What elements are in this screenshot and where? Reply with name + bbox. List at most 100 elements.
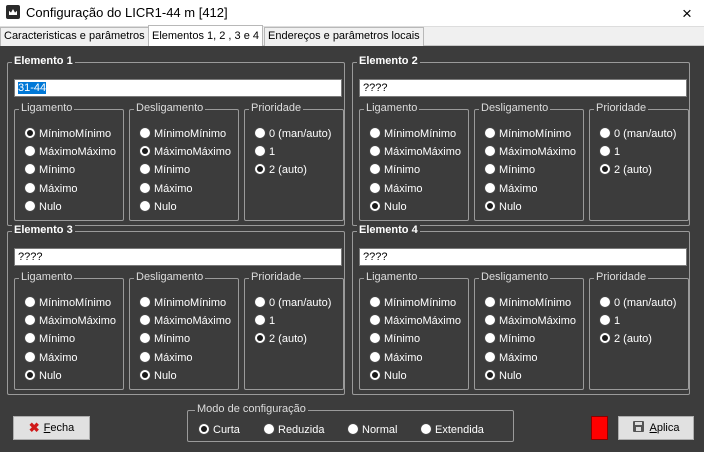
mode-option-curta[interactable]: Curta [198,423,240,437]
ligamento-option[interactable]: MínimoMínimo [24,127,111,141]
prioridade-option[interactable]: 1 [599,314,620,328]
radio-icon [420,423,432,435]
desligamento-option[interactable]: Nulo [484,200,522,214]
tab-caracteristicas[interactable]: Caracteristicas e parâmetros [0,27,149,46]
ligamento-option[interactable]: Mínimo [24,332,75,346]
close-button[interactable]: ✖ Fecha [13,416,90,440]
prioridade-option[interactable]: 0 (man/auto) [599,296,676,310]
ligamento-option[interactable]: MáximoMáximo [369,314,461,328]
status-indicator [591,416,608,440]
prioridade-option[interactable]: 1 [254,314,275,328]
prioridade-option[interactable]: 2 (auto) [599,163,652,177]
radio-icon [263,423,275,435]
prioridade-group: Prioridade 0 (man/auto) 1 2 (auto) [244,271,344,390]
prioridade-option[interactable]: 1 [254,145,275,159]
radio-icon [24,369,36,381]
radio-icon [484,200,496,212]
radio-icon [24,145,36,157]
ligamento-option[interactable]: Nulo [24,200,62,214]
radio-icon [599,127,611,139]
ligamento-option[interactable]: MáximoMáximo [24,314,116,328]
desligamento-option[interactable]: Máximo [484,351,538,365]
desligamento-option[interactable]: MínimoMínimo [484,296,571,310]
radio-icon [599,332,611,344]
desligamento-group: Desligamento MínimoMínimo MáximoMáximo Míni… [474,102,584,221]
desligamento-option[interactable]: Mínimo [484,163,535,177]
ligamento-option[interactable]: Máximo [24,182,78,196]
window-title: Configuração do LICR1-44 m [412] [26,5,228,20]
desligamento-option[interactable]: MínimoMínimo [139,127,226,141]
desligamento-option[interactable]: Mínimo [139,163,190,177]
radio-icon [139,332,151,344]
element-title: Elemento 1 [12,55,75,67]
mode-group-title: Modo de configuração [195,403,308,415]
radio-icon [24,314,36,326]
ligamento-option[interactable]: Máximo [369,182,423,196]
radio-icon [254,314,266,326]
prioridade-option[interactable]: 0 (man/auto) [254,127,331,141]
ligamento-group: Ligamento MínimoMínimo MáximoMáximo Mínimo M… [359,271,469,390]
desligamento-option[interactable]: Nulo [139,200,177,214]
radio-icon [484,145,496,157]
tab-elementos[interactable]: Elementos 1, 2 , 3 e 4 [148,25,264,46]
ligamento-option[interactable]: MínimoMínimo [369,296,456,310]
radio-icon [484,163,496,175]
desligamento-option[interactable]: MáximoMáximo [484,145,576,159]
mode-option-reduzida[interactable]: Reduzida [263,423,324,437]
radio-icon [599,314,611,326]
ligamento-option[interactable]: Nulo [369,369,407,383]
prioridade-option[interactable]: 0 (man/auto) [599,127,676,141]
ligamento-group-title: Ligamento [364,271,420,283]
prioridade-option[interactable]: 2 (auto) [599,332,652,346]
radio-icon [24,296,36,308]
ligamento-group: Ligamento MínimoMínimo MáximoMáximo Mínimo M… [14,102,124,221]
ligamento-option[interactable]: Mínimo [369,163,420,177]
desligamento-option[interactable]: Mínimo [139,332,190,346]
desligamento-option[interactable]: Máximo [484,182,538,196]
desligamento-option[interactable]: MáximoMáximo [484,314,576,328]
radio-icon [369,182,381,194]
prioridade-option[interactable]: 2 (auto) [254,332,307,346]
prioridade-option[interactable]: 1 [599,145,620,159]
ligamento-option[interactable]: MínimoMínimo [24,296,111,310]
ligamento-option[interactable]: Nulo [24,369,62,383]
ligamento-option[interactable]: Máximo [369,351,423,365]
prioridade-option[interactable]: 0 (man/auto) [254,296,331,310]
window-close-button[interactable]: × [670,0,704,27]
prioridade-option[interactable]: 2 (auto) [254,163,307,177]
ligamento-option[interactable]: Nulo [369,200,407,214]
element-name-input[interactable]: 31-44 [14,79,342,97]
mode-option-extendida[interactable]: Extendida [420,423,484,437]
apply-button[interactable]: Aplica [618,416,694,440]
desligamento-group-title: Desligamento [479,102,551,114]
ligamento-option[interactable]: Máximo [24,351,78,365]
ligamento-option[interactable]: MáximoMáximo [369,145,461,159]
prioridade-group: Prioridade 0 (man/auto) 1 2 (auto) [244,102,344,221]
ligamento-group: Ligamento MínimoMínimo MáximoMáximo Mínimo M… [14,271,124,390]
element-name-input[interactable]: ???? [359,248,687,266]
ligamento-option[interactable]: MínimoMínimo [369,127,456,141]
element-title: Elemento 2 [357,55,420,67]
element-name-input[interactable]: ???? [14,248,342,266]
ligamento-option[interactable]: MáximoMáximo [24,145,116,159]
desligamento-option[interactable]: Máximo [139,351,193,365]
element-name-input[interactable]: ???? [359,79,687,97]
desligamento-option[interactable]: Mínimo [484,332,535,346]
desligamento-option[interactable]: Máximo [139,182,193,196]
radio-icon [139,200,151,212]
desligamento-option[interactable]: MínimoMínimo [484,127,571,141]
radio-icon [254,332,266,344]
radio-icon [198,423,210,435]
desligamento-option[interactable]: Nulo [484,369,522,383]
tab-enderecos[interactable]: Endereços e parâmetros locais [264,27,424,46]
ligamento-option[interactable]: Mínimo [24,163,75,177]
desligamento-option[interactable]: Nulo [139,369,177,383]
mode-option-normal[interactable]: Normal [347,423,397,437]
radio-icon [254,145,266,157]
desligamento-option[interactable]: MáximoMáximo [139,145,231,159]
desligamento-option[interactable]: MáximoMáximo [139,314,231,328]
desligamento-option[interactable]: MínimoMínimo [139,296,226,310]
ligamento-option[interactable]: Mínimo [369,332,420,346]
prioridade-group-title: Prioridade [594,102,649,114]
radio-icon [347,423,359,435]
